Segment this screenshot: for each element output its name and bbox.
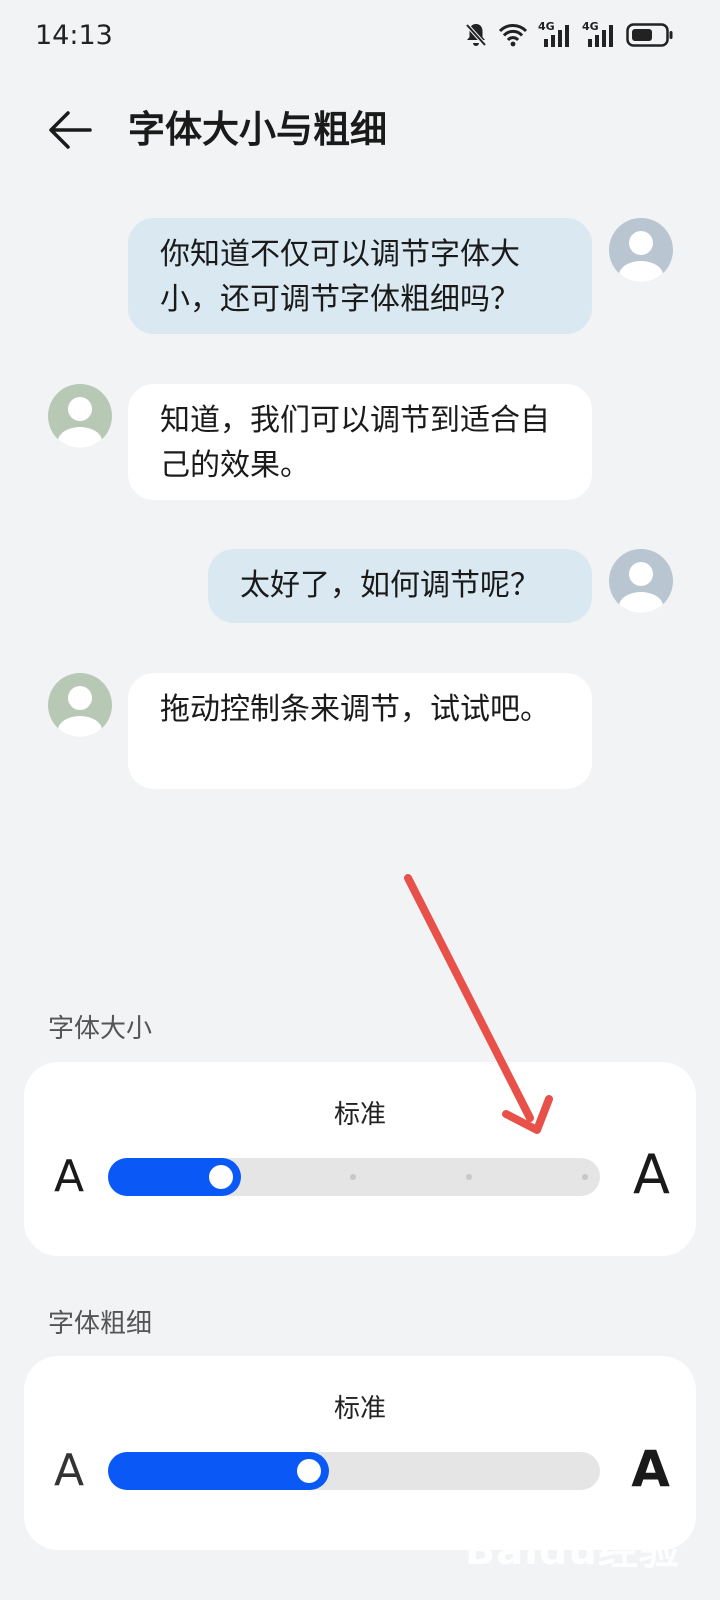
font-size-label: 字体大小: [48, 1014, 153, 1044]
chat-bubble: 太好了，如何调节呢？: [208, 549, 592, 623]
font-weight-label: 字体粗细: [48, 1309, 153, 1339]
slider-step-dot: [350, 1174, 356, 1180]
chat-bubble: 知道，我们可以调节到适合自己的效果。: [128, 384, 592, 500]
chat-bubble: 你知道不仅可以调节字体大小，还可调节字体粗细吗？: [128, 218, 592, 334]
battery-icon: [626, 23, 673, 47]
avatar: [609, 218, 673, 282]
bell-off-icon: [465, 23, 487, 47]
back-arrow-icon: [49, 111, 92, 149]
slider-fill: [108, 1452, 329, 1490]
large-a-icon: A: [633, 1143, 670, 1206]
font-weight-value: 标准: [333, 1394, 386, 1424]
avatar: [48, 673, 112, 737]
wifi-icon: [498, 24, 528, 47]
font-size-card: 标准 A A: [24, 1062, 696, 1256]
page-title: 字体大小与粗细: [128, 108, 387, 151]
avatar: [609, 549, 673, 613]
small-a-icon: A: [54, 1151, 85, 1202]
thin-a-icon: A: [54, 1445, 85, 1496]
slider-thumb[interactable]: [209, 1165, 233, 1189]
avatar: [48, 384, 112, 448]
slider-thumb[interactable]: [297, 1459, 321, 1483]
status-icons: 4G 4G: [464, 20, 674, 48]
font-size-value: 标准: [333, 1100, 386, 1130]
font-weight-slider[interactable]: [108, 1452, 600, 1490]
status-time: 14:13: [35, 20, 113, 51]
font-size-slider[interactable]: [108, 1158, 600, 1196]
chat-bubble: 拖动控制条来调节，试试吧。: [128, 673, 592, 789]
watermark: Baidu经验: [464, 1528, 680, 1574]
back-button[interactable]: [44, 104, 96, 156]
signal-4g-icon: 4G: [582, 20, 616, 48]
slider-step-dot: [466, 1174, 472, 1180]
signal-4g-icon: 4G: [538, 20, 572, 48]
bold-a-icon: A: [631, 1440, 670, 1498]
slider-step-dot: [582, 1174, 588, 1180]
